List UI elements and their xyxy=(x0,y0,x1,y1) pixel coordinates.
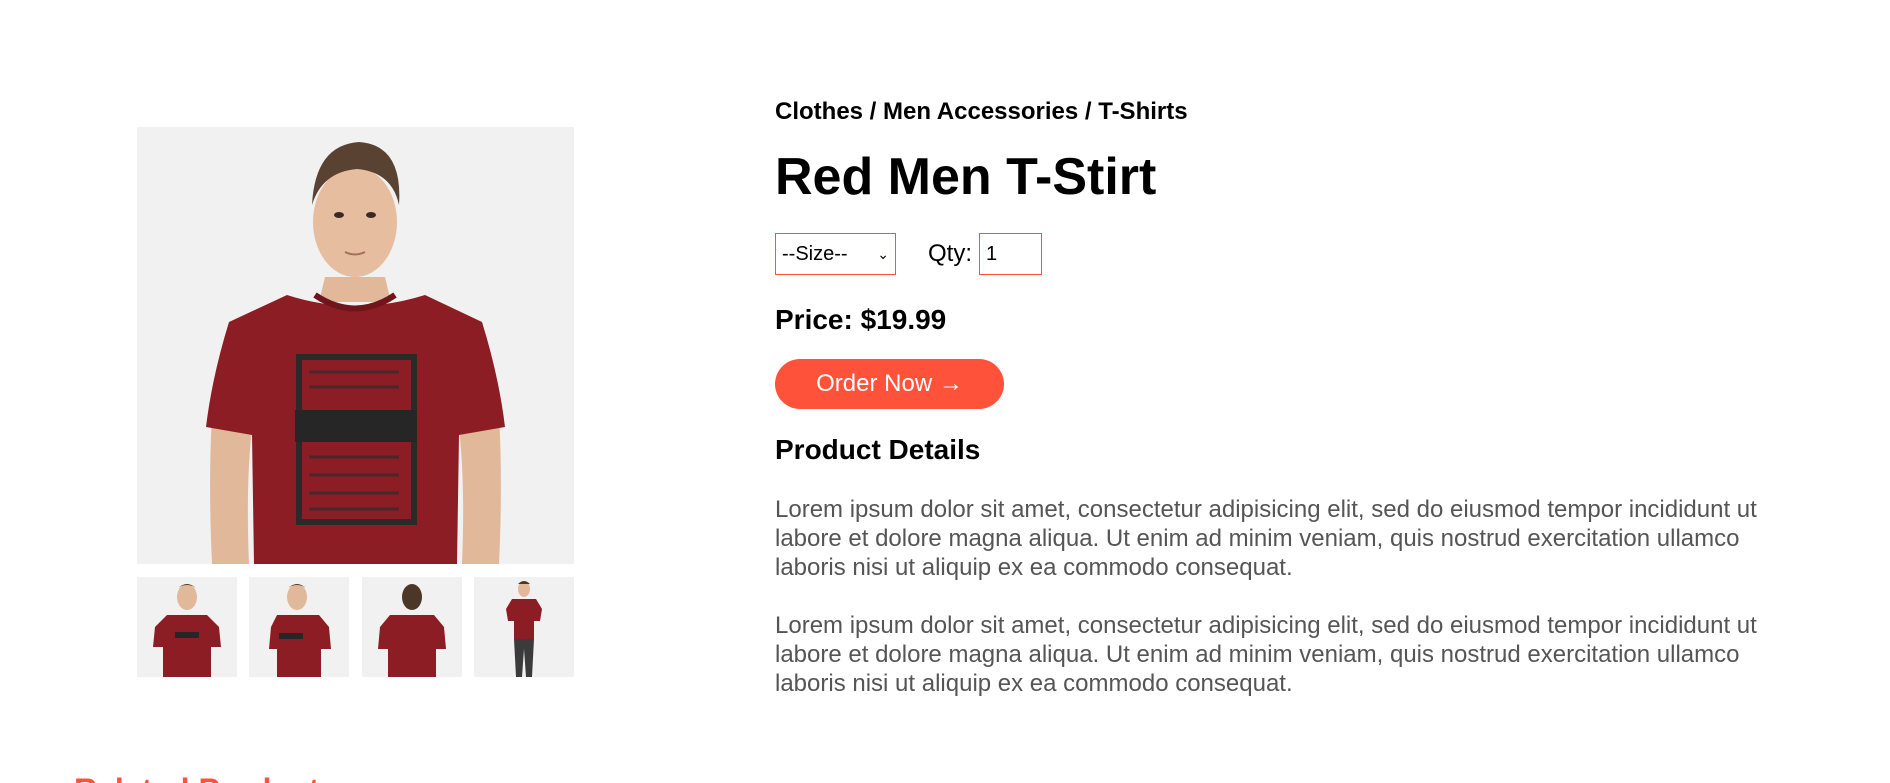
model-wearing-red-tshirt xyxy=(206,142,505,564)
thumbnail-full-body[interactable] xyxy=(473,577,574,677)
chevron-down-icon: ⌄ xyxy=(877,245,889,262)
quantity-label: Qty: xyxy=(928,240,973,267)
product-price: Price: $19.99 xyxy=(775,304,947,335)
thumbnail-back[interactable] xyxy=(361,577,462,677)
product-details-column: Clothes / Men Accessories / T-Shirts Red… xyxy=(775,97,1815,698)
main-product-image xyxy=(137,127,574,564)
product-title: Red Men T-Stirt xyxy=(775,148,1157,206)
quantity-input[interactable] xyxy=(979,233,1043,275)
thumbnail-strip xyxy=(137,577,574,677)
purchase-controls: --Size-- ⌄ Qty: xyxy=(775,233,1815,275)
product-gallery xyxy=(137,127,574,677)
thumbnail-side[interactable] xyxy=(249,577,350,677)
product-details-heading: Product Details xyxy=(775,434,981,465)
product-description-paragraph: Lorem ipsum dolor sit amet, consectetur … xyxy=(775,496,1757,581)
order-now-button[interactable]: Order Now → xyxy=(775,359,1004,409)
size-select-value: --Size-- xyxy=(782,242,848,265)
breadcrumb: Clothes / Men Accessories / T-Shirts xyxy=(775,98,1188,125)
size-select[interactable]: --Size-- ⌄ xyxy=(775,233,896,275)
product-description-paragraph: Lorem ipsum dolor sit amet, consectetur … xyxy=(775,612,1757,697)
product-page: Clothes / Men Accessories / T-Shirts Red… xyxy=(0,0,1890,783)
thumbnail-front[interactable] xyxy=(137,577,237,677)
related-products-heading: Related Products xyxy=(74,772,337,783)
